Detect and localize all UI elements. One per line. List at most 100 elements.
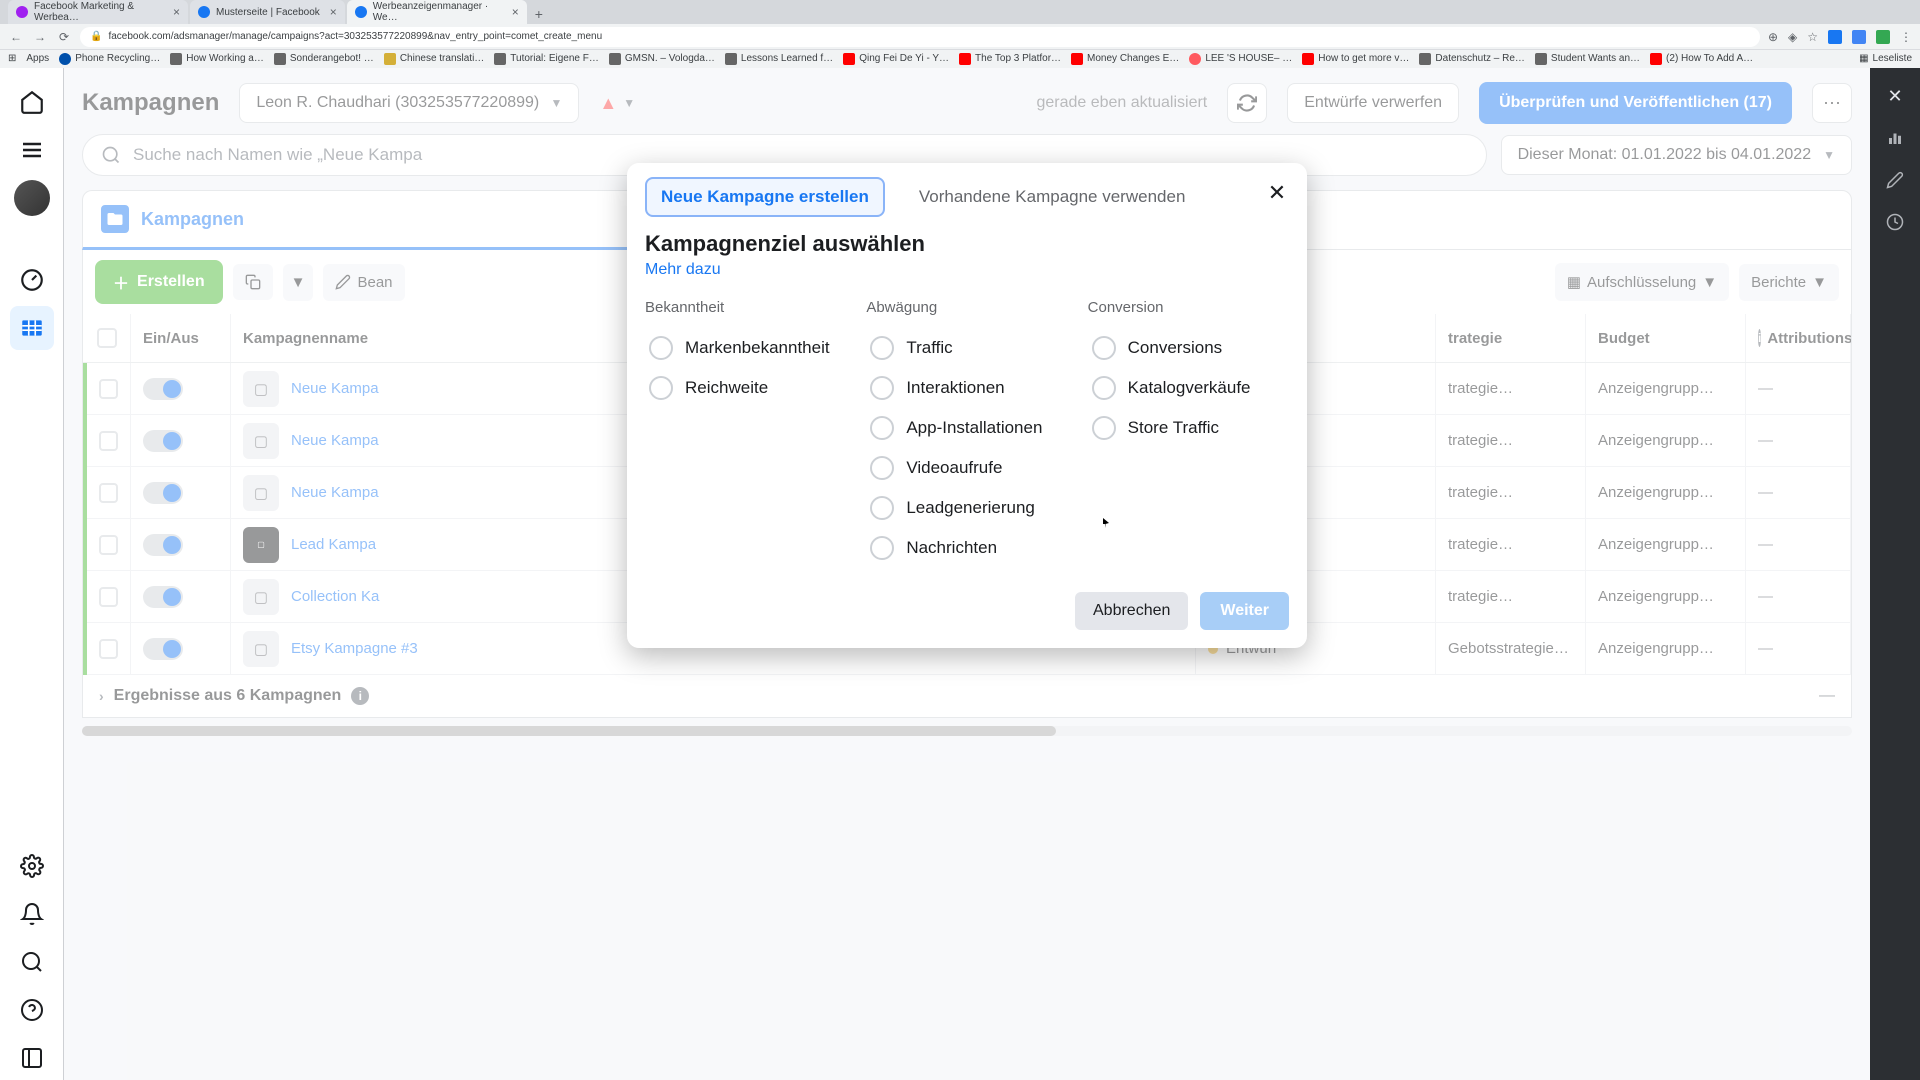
objective-option[interactable]: Markenbekanntheit: [645, 328, 846, 368]
radio-icon: [649, 376, 673, 400]
bell-icon[interactable]: [10, 892, 54, 936]
close-icon[interactable]: ×: [173, 5, 180, 19]
option-label: Interaktionen: [906, 378, 1004, 398]
menu-icon[interactable]: [10, 128, 54, 172]
extension-icon[interactable]: [1828, 30, 1842, 44]
objective-option[interactable]: Videoaufrufe: [866, 448, 1067, 488]
bookmark-bar: ⊞ Apps Phone Recycling… How Working a… So…: [0, 49, 1920, 68]
option-label: App-Installationen: [906, 418, 1042, 438]
objective-option[interactable]: Traffic: [866, 328, 1067, 368]
browser-tab[interactable]: Facebook Marketing & Werbea…×: [8, 0, 188, 24]
close-panel-button[interactable]: ✕: [1877, 78, 1913, 114]
favicon-icon: [198, 6, 210, 18]
modal-tab-new[interactable]: Neue Kampagne erstellen: [645, 177, 885, 217]
objective-column: ConversionConversionsKatalogverkäufeStor…: [1088, 299, 1289, 568]
bookmark[interactable]: Phone Recycling…: [59, 53, 160, 65]
option-label: Leadgenerierung: [906, 498, 1035, 518]
bookmark[interactable]: How Working a…: [170, 53, 264, 65]
objective-option[interactable]: Interaktionen: [866, 368, 1067, 408]
search-icon[interactable]: [10, 940, 54, 984]
column-header: Abwägung: [866, 299, 1067, 316]
radio-icon: [870, 336, 894, 360]
collapse-icon[interactable]: [10, 1036, 54, 1080]
url-bar: ← → ⟳ 🔒 facebook.com/adsmanager/manage/ca…: [0, 24, 1920, 48]
radio-icon: [870, 496, 894, 520]
extension-icon[interactable]: [1852, 30, 1866, 44]
bookmark[interactable]: Datenschutz – Re…: [1419, 53, 1525, 65]
bookmark[interactable]: Student Wants an…: [1535, 53, 1640, 65]
gauge-icon[interactable]: [10, 258, 54, 302]
browser-tab[interactable]: Musterseite | Facebook×: [190, 0, 345, 24]
radio-icon: [870, 416, 894, 440]
objective-option[interactable]: Store Traffic: [1088, 408, 1289, 448]
tab-label: Werbeanzeigenmanager · We…: [373, 1, 502, 23]
bookmark[interactable]: Qing Fei De Yi - Y…: [843, 53, 949, 65]
menu-icon[interactable]: ⋮: [1900, 30, 1912, 44]
chart-icon[interactable]: [1877, 120, 1913, 156]
option-label: Traffic: [906, 338, 952, 358]
close-icon[interactable]: ×: [330, 5, 337, 19]
option-label: Nachrichten: [906, 538, 997, 558]
help-icon[interactable]: [10, 988, 54, 1032]
edit-icon[interactable]: [1877, 162, 1913, 198]
new-tab-button[interactable]: +: [529, 4, 549, 24]
objective-option[interactable]: Reichweite: [645, 368, 846, 408]
objective-column: Abwägung Traffic Interaktionen App-Installa…: [866, 299, 1067, 568]
forward-icon[interactable]: →: [32, 30, 48, 44]
objectives-grid: Bekanntheit Markenbekanntheit Reichweite Ab…: [645, 299, 1289, 568]
lock-icon: 🔒: [90, 31, 102, 42]
bookmark[interactable]: LEE 'S HOUSE– …: [1189, 53, 1292, 65]
option-label: Reichweite: [685, 378, 768, 398]
bookmark[interactable]: GMSN. – Vologda…: [609, 53, 715, 65]
browser-tab-active[interactable]: Werbeanzeigenmanager · We… ×: [347, 0, 527, 24]
bookmark[interactable]: Chinese translati…: [384, 53, 484, 65]
next-button[interactable]: Weiter: [1200, 592, 1289, 630]
objective-option[interactable]: Leadgenerierung: [866, 488, 1067, 528]
option-label: Videoaufrufe: [906, 458, 1002, 478]
browser-tab-bar: Facebook Marketing & Werbea…× Musterseit…: [0, 0, 1920, 24]
bookmark[interactable]: How to get more v…: [1302, 53, 1409, 65]
star-icon[interactable]: ☆: [1807, 30, 1818, 44]
objective-option[interactable]: Conversions: [1088, 328, 1289, 368]
bookmark[interactable]: Lessons Learned f…: [725, 53, 833, 65]
back-icon[interactable]: ←: [8, 30, 24, 44]
avatar[interactable]: [10, 176, 54, 220]
objective-option[interactable]: Nachrichten: [866, 528, 1067, 568]
bookmark[interactable]: Tutorial: Eigene F…: [494, 53, 599, 65]
readlist[interactable]: ▦Leseliste: [1859, 53, 1912, 64]
url-input[interactable]: 🔒 facebook.com/adsmanager/manage/campaign…: [80, 27, 1760, 47]
create-campaign-modal: Neue Kampagne erstellen Vorhandene Kampa…: [627, 163, 1307, 648]
clock-icon[interactable]: [1877, 204, 1913, 240]
gear-icon[interactable]: [10, 844, 54, 888]
favicon-icon: [355, 6, 367, 18]
objective-option[interactable]: App-Installationen: [866, 408, 1067, 448]
table-icon[interactable]: [10, 306, 54, 350]
bookmark[interactable]: Apps: [26, 53, 49, 64]
right-panel-rail: ✕: [1870, 68, 1920, 1080]
close-button[interactable]: ✕: [1261, 177, 1293, 209]
learn-more-link[interactable]: Mehr dazu: [645, 261, 721, 279]
apps-icon[interactable]: ⊞: [8, 53, 16, 64]
close-icon[interactable]: ×: [512, 5, 519, 19]
modal-actions: Abbrechen Weiter: [645, 592, 1289, 630]
modal-tab-existing[interactable]: Vorhandene Kampagne verwenden: [905, 179, 1200, 215]
bookmark[interactable]: Sonderangebot! …: [274, 53, 374, 65]
home-icon[interactable]: [10, 80, 54, 124]
extension-icon[interactable]: [1876, 30, 1890, 44]
option-label: Markenbekanntheit: [685, 338, 830, 358]
zoom-icon[interactable]: ⊕: [1768, 30, 1778, 44]
radio-icon: [870, 456, 894, 480]
bookmark[interactable]: The Top 3 Platfor…: [959, 53, 1061, 65]
objective-option[interactable]: Katalogverkäufe: [1088, 368, 1289, 408]
url-text: facebook.com/adsmanager/manage/campaigns…: [108, 31, 602, 42]
modal-tabs: Neue Kampagne erstellen Vorhandene Kampa…: [645, 177, 1289, 217]
option-label: Conversions: [1128, 338, 1223, 358]
bookmark[interactable]: Money Changes E…: [1071, 53, 1179, 65]
cancel-button[interactable]: Abbrechen: [1075, 592, 1188, 630]
gift-icon[interactable]: ◈: [1788, 30, 1797, 44]
main-content: Kampagnen Leon R. Chaudhari (30325357722…: [64, 68, 1870, 1080]
bookmark[interactable]: (2) How To Add A…: [1650, 53, 1753, 65]
column-header: Bekanntheit: [645, 299, 846, 316]
option-label: Store Traffic: [1128, 418, 1219, 438]
reload-icon[interactable]: ⟳: [56, 30, 72, 44]
